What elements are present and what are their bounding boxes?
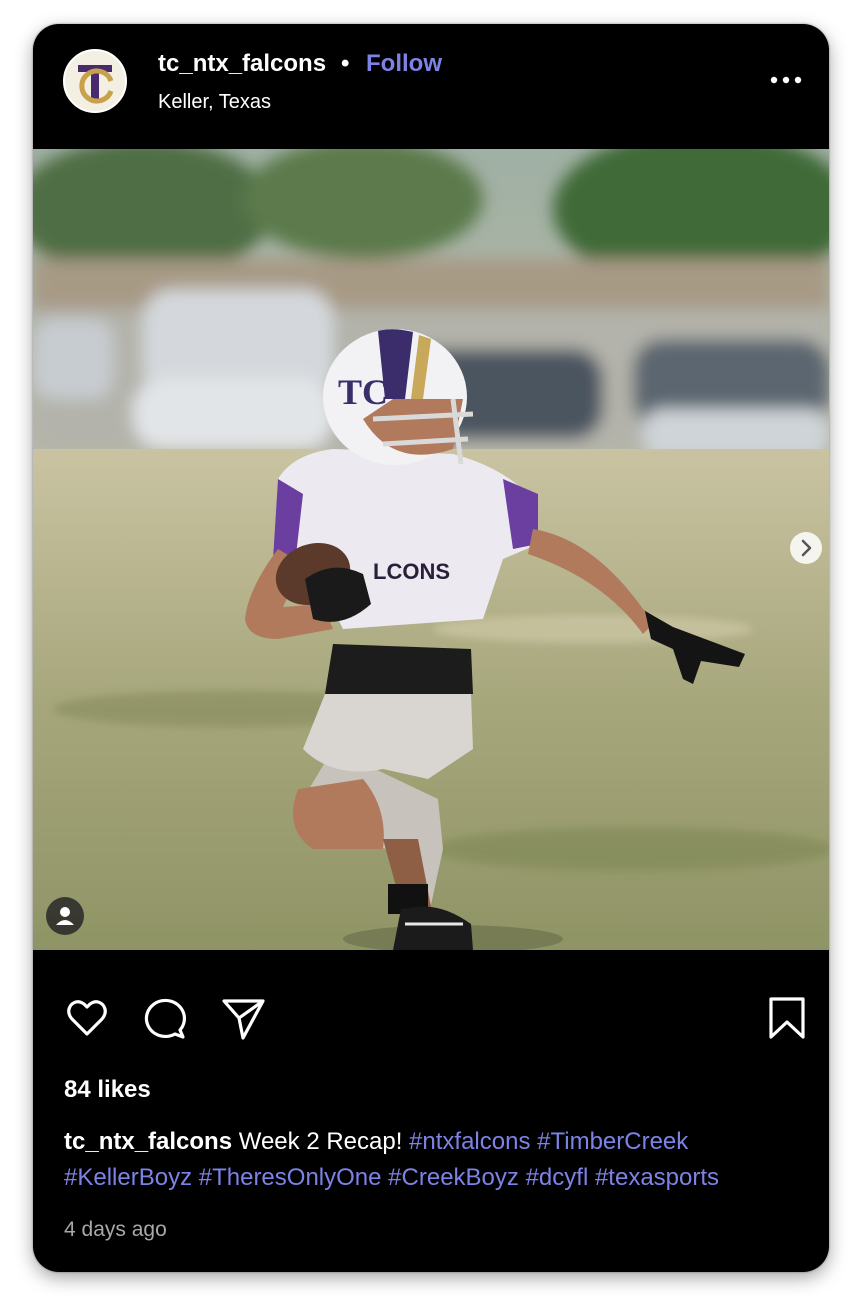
user-icon bbox=[56, 907, 74, 925]
hashtag[interactable]: #TheresOnlyOne bbox=[199, 1164, 382, 1191]
chevron-right-icon bbox=[801, 539, 812, 557]
svg-text:LCONS: LCONS bbox=[373, 559, 450, 584]
post-photo[interactable]: LCONS TC bbox=[33, 149, 829, 950]
post-header: TC tc_ntx_falcons • Follow Keller, Texas bbox=[33, 24, 829, 149]
football-player-image: LCONS TC bbox=[33, 149, 829, 950]
post-caption: tc_ntx_falcons Week 2 Recap! #ntxfalcons… bbox=[64, 1124, 804, 1196]
hashtag[interactable]: #ntxfalcons bbox=[409, 1128, 530, 1155]
post-timestamp[interactable]: 4 days ago bbox=[64, 1217, 167, 1243]
more-options-icon[interactable] bbox=[767, 66, 805, 94]
action-bar bbox=[33, 950, 829, 1060]
post-card: TC tc_ntx_falcons • Follow Keller, Texas bbox=[33, 24, 829, 1272]
svg-text:TC: TC bbox=[338, 372, 388, 412]
follow-button[interactable]: Follow bbox=[366, 50, 442, 78]
hashtag[interactable]: #texasports bbox=[595, 1164, 719, 1191]
caption-text: Week 2 Recap! bbox=[238, 1128, 403, 1155]
caption-username[interactable]: tc_ntx_falcons bbox=[64, 1128, 232, 1155]
separator-dot: • bbox=[341, 50, 350, 77]
post-location[interactable]: Keller, Texas bbox=[158, 90, 271, 114]
heart-icon[interactable] bbox=[63, 994, 111, 1042]
send-icon[interactable] bbox=[219, 994, 267, 1042]
hashtag[interactable]: #dcyfl bbox=[526, 1164, 589, 1191]
hashtag[interactable]: #TimberCreek bbox=[537, 1128, 688, 1155]
profile-avatar[interactable]: TC bbox=[63, 49, 127, 113]
hashtag[interactable]: #KellerBoyz bbox=[64, 1164, 192, 1191]
hashtag[interactable]: #CreekBoyz bbox=[388, 1164, 519, 1191]
comment-icon[interactable] bbox=[141, 994, 189, 1042]
likes-count[interactable]: 84 likes bbox=[64, 1076, 151, 1104]
next-photo-button[interactable] bbox=[790, 532, 822, 564]
bookmark-icon[interactable] bbox=[763, 994, 811, 1042]
post-username[interactable]: tc_ntx_falcons bbox=[158, 50, 326, 78]
tagged-users-button[interactable] bbox=[46, 897, 84, 935]
team-logo: TC bbox=[65, 51, 125, 111]
